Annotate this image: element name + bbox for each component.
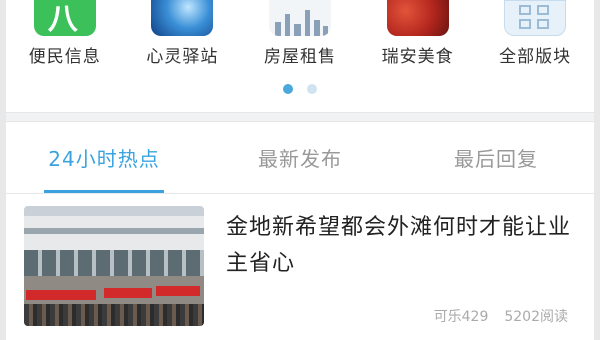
tab-label: 24小时热点 (48, 147, 160, 171)
service-info-icon: 八 (33, 0, 96, 36)
category-label: 便民信息 (28, 47, 101, 67)
category-label: 心灵驿站 (146, 47, 219, 67)
right-frame-edge (594, 0, 600, 340)
tab-label: 最新发布 (258, 147, 342, 171)
news-title[interactable]: 金地新希望都会外滩何时才能让业主省心 (226, 206, 580, 282)
news-author: 可乐429 (433, 309, 489, 325)
tab-label: 最后回复 (454, 147, 538, 171)
food-icon (386, 0, 449, 36)
news-read-count: 5202阅读 (504, 309, 568, 325)
all-sections-icon (504, 0, 567, 36)
city-buildings-icon (268, 0, 331, 36)
tab-last-reply[interactable]: 最后回复 (398, 122, 594, 193)
category-label: 房屋租售 (263, 47, 336, 67)
tab-24h-hot[interactable]: 24小时热点 (6, 122, 202, 193)
news-body: 金地新希望都会外滩何时才能让业主省心 可乐429 5202阅读 (204, 206, 580, 330)
news-meta: 可乐429 5202阅读 (434, 306, 568, 326)
news-list-item[interactable]: 金地新希望都会外滩何时才能让业主省心 可乐429 5202阅读 (24, 206, 580, 330)
blue-orb-icon (151, 0, 214, 36)
active-tab-indicator (44, 190, 164, 193)
tab-latest-posts[interactable]: 最新发布 (202, 122, 398, 193)
pager-dot[interactable] (307, 84, 317, 94)
carousel-pager (0, 84, 600, 94)
news-thumbnail (24, 206, 204, 326)
section-divider (6, 112, 594, 122)
category-label: 瑞安美食 (381, 47, 454, 67)
pager-dot-active[interactable] (283, 84, 293, 94)
category-label: 全部版块 (499, 47, 572, 67)
tab-bar: 24小时热点 最新发布 最后回复 (6, 122, 594, 194)
